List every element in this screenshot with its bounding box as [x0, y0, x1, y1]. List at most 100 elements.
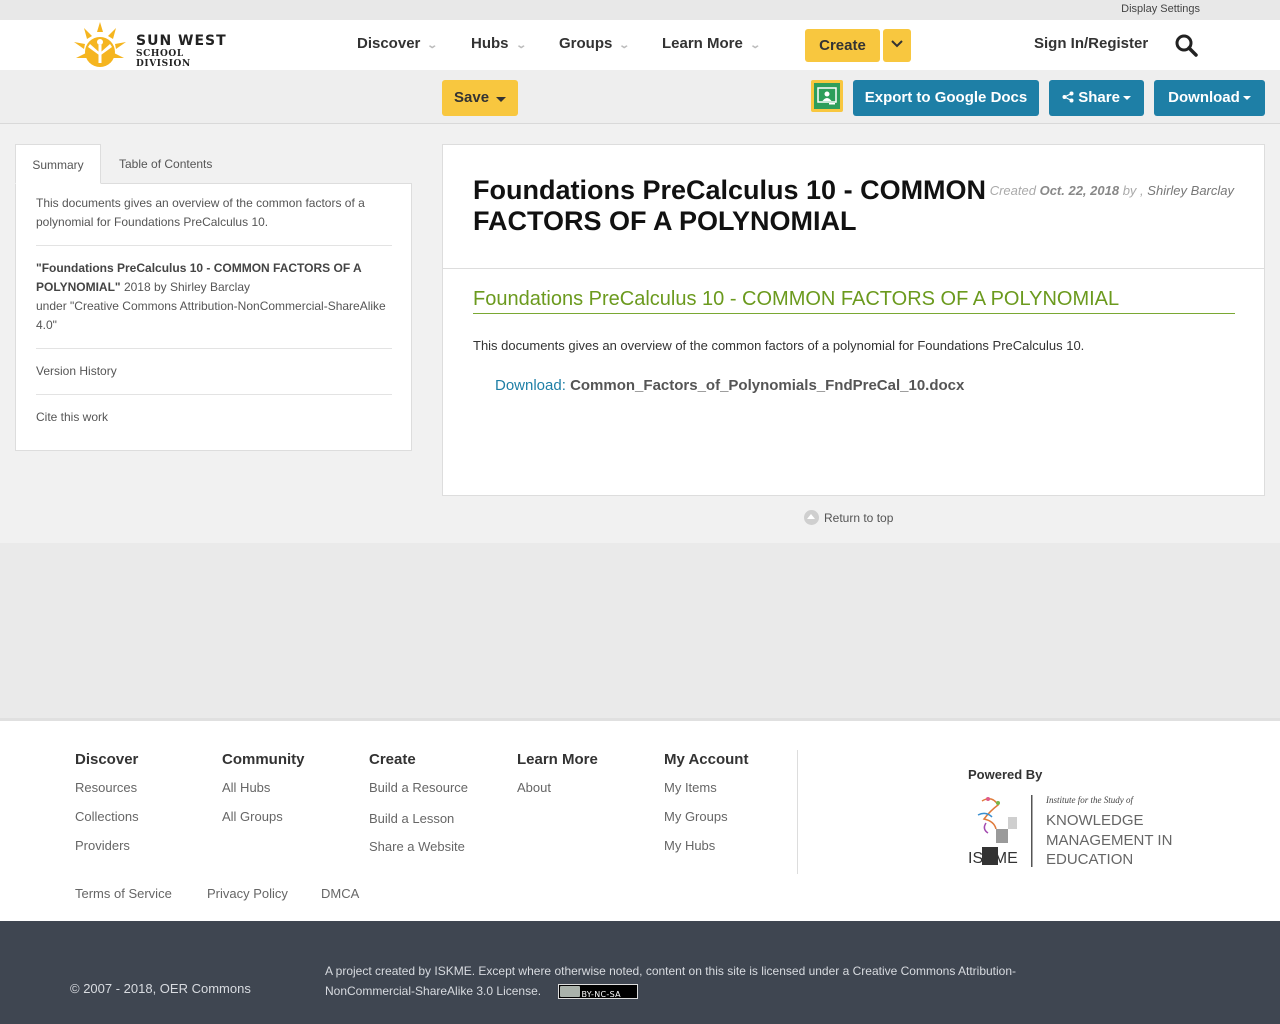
footer-link-all-groups[interactable]: All Groups — [222, 809, 283, 824]
chevron-down-icon: ⌄ — [749, 40, 761, 51]
footer-link-collections[interactable]: Collections — [75, 809, 139, 824]
download-link[interactable]: Download: Common_Factors_of_Polynomials_… — [495, 377, 964, 394]
divider — [36, 394, 392, 395]
sun-west-logo[interactable]: SUN WEST SCHOOL DIVISION — [70, 20, 240, 69]
google-classroom-icon[interactable] — [811, 80, 843, 112]
svg-text:Institute for the Study of: Institute for the Study of — [1045, 795, 1134, 805]
divider — [36, 245, 392, 246]
footer-link-terms[interactable]: Terms of Service — [75, 886, 172, 901]
file-name: Common_Factors_of_Polynomials_FndPreCal_… — [570, 377, 965, 394]
tab-table-of-contents[interactable]: Table of Contents — [119, 144, 212, 184]
caret-down-icon — [1122, 96, 1131, 101]
nav-hubs-label: Hubs — [471, 35, 509, 52]
footer-col-my-account: My Account My Items My Groups My Hubs — [664, 751, 749, 853]
author-link[interactable]: Shirley Barclay — [1147, 183, 1234, 198]
download-button-label: Download — [1168, 89, 1240, 106]
download-button[interactable]: Download — [1154, 80, 1265, 116]
resource-title: Foundations PreCalculus 10 - COMMON FACT… — [473, 175, 987, 236]
brand-name: SUN WEST — [136, 33, 227, 49]
share-icon — [1062, 91, 1074, 103]
footer-col-community: Community All Hubs All Groups — [222, 751, 305, 824]
nav-hubs[interactable]: Hubs ⌄ — [471, 35, 527, 52]
chevron-down-icon — [891, 40, 903, 48]
powered-by-label: Powered By — [968, 767, 1043, 782]
license-notice: A project created by ISKME. Except where… — [325, 961, 1075, 1001]
footer-col-create: Create Build a Resource Build a Lesson S… — [369, 751, 468, 854]
footer-link-build-resource[interactable]: Build a Resource — [369, 780, 468, 795]
chevron-down-icon: ⌄ — [618, 40, 631, 51]
footer-link-providers[interactable]: Providers — [75, 838, 130, 853]
nav-discover-label: Discover — [357, 35, 421, 52]
citation-year-author: 2018 by Shirley Barclay — [123, 280, 251, 294]
create-button[interactable]: Create — [805, 29, 880, 62]
create-dropdown-button[interactable] — [883, 29, 911, 62]
footer-heading: Create — [369, 751, 416, 768]
created-label: Created — [989, 183, 1036, 198]
resource-description: This documents gives an overview of the … — [473, 338, 1085, 353]
chevron-down-icon: ⌄ — [426, 40, 439, 51]
share-button[interactable]: Share — [1049, 80, 1144, 116]
brand-subtitle: SCHOOL DIVISION — [136, 49, 191, 69]
copyright: © 2007 - 2018, OER Commons — [70, 981, 251, 996]
svg-text:EDUCATION: EDUCATION — [1046, 851, 1133, 868]
sun-logo-icon — [74, 22, 126, 67]
divider — [443, 268, 1264, 269]
share-button-label: Share — [1078, 89, 1120, 106]
iskme-logo[interactable]: ISKME Institute for the Study of KNOWLED… — [968, 793, 1178, 869]
iskme-logo-icon: ISKME Institute for the Study of KNOWLED… — [968, 795, 1172, 868]
footer-link-resources[interactable]: Resources — [75, 780, 137, 795]
footer-heading: Community — [222, 751, 305, 768]
resource-meta: Created Oct. 22, 2018 by , Shirley Barcl… — [990, 183, 1234, 198]
utility-bar: Display Settings — [0, 0, 1280, 20]
bottom-bar: © 2007 - 2018, OER Commons A project cre… — [0, 921, 1280, 1024]
svg-text:KNOWLEDGE: KNOWLEDGE — [1046, 812, 1144, 829]
footer-heading: Discover — [75, 751, 139, 768]
by-label: by , — [1122, 183, 1144, 198]
footer-heading: Learn More — [517, 751, 598, 768]
footer-col-learn-more: Learn More About — [517, 751, 598, 795]
footer-link-my-groups[interactable]: My Groups — [664, 809, 728, 824]
version-history-link[interactable]: Version History — [36, 362, 392, 381]
footer-link-about[interactable]: About — [517, 780, 551, 795]
citation-license: under "Creative Commons Attribution-NonC… — [36, 299, 386, 332]
export-google-docs-button[interactable]: Export to Google Docs — [853, 80, 1039, 116]
cite-this-work-link[interactable]: Cite this work — [36, 408, 392, 427]
arrow-up-icon — [804, 510, 819, 525]
footer-link-build-lesson[interactable]: Build a Lesson — [369, 811, 454, 826]
footer-link-privacy[interactable]: Privacy Policy — [207, 886, 288, 901]
cc-license-badge[interactable]: BY-NC-SA — [558, 984, 639, 1000]
created-date: Oct. 22, 2018 — [1039, 183, 1120, 198]
resource-panel: Foundations PreCalculus 10 - COMMON FACT… — [442, 144, 1265, 496]
citation: "Foundations PreCalculus 10 - COMMON FAC… — [36, 259, 392, 335]
nav-groups[interactable]: Groups ⌄ — [559, 35, 631, 52]
tab-summary[interactable]: Summary — [15, 144, 101, 184]
footer-link-my-items[interactable]: My Items — [664, 780, 717, 795]
nav-discover[interactable]: Discover ⌄ — [357, 35, 439, 52]
nav-learn-more[interactable]: Learn More ⌄ — [662, 35, 761, 52]
return-to-top-label: Return to top — [824, 511, 894, 525]
summary-text: This documents gives an overview of the … — [36, 196, 365, 229]
sign-in-register-link[interactable]: Sign In/Register — [1034, 35, 1148, 52]
resource-toolbar: Save Export to Google Docs Share Downloa… — [0, 70, 1280, 124]
save-button[interactable]: Save — [442, 80, 518, 116]
svg-text:MANAGEMENT IN: MANAGEMENT IN — [1046, 832, 1172, 849]
download-label: Download: — [495, 377, 566, 394]
footer-heading: My Account — [664, 751, 749, 768]
footer-link-share-website[interactable]: Share a Website — [369, 839, 465, 854]
svg-text:ISKME: ISKME — [968, 850, 1018, 867]
classroom-person-icon — [817, 87, 837, 105]
display-settings-link[interactable]: Display Settings — [1121, 3, 1200, 15]
save-button-label: Save — [454, 89, 490, 106]
divider — [36, 348, 392, 349]
chevron-down-icon: ⌄ — [514, 40, 527, 51]
search-icon[interactable] — [1174, 33, 1198, 57]
license-text: A project created by ISKME. Except where… — [325, 964, 1017, 998]
footer-link-all-hubs[interactable]: All Hubs — [222, 780, 270, 795]
return-to-top-link[interactable]: Return to top — [804, 510, 893, 525]
nav-groups-label: Groups — [559, 35, 613, 52]
caret-down-icon — [1242, 96, 1251, 101]
footer-col-discover: Discover Resources Collections Providers — [75, 751, 139, 853]
page-gap — [0, 543, 1280, 718]
footer-link-my-hubs[interactable]: My Hubs — [664, 838, 715, 853]
footer-link-dmca[interactable]: DMCA — [321, 886, 359, 901]
